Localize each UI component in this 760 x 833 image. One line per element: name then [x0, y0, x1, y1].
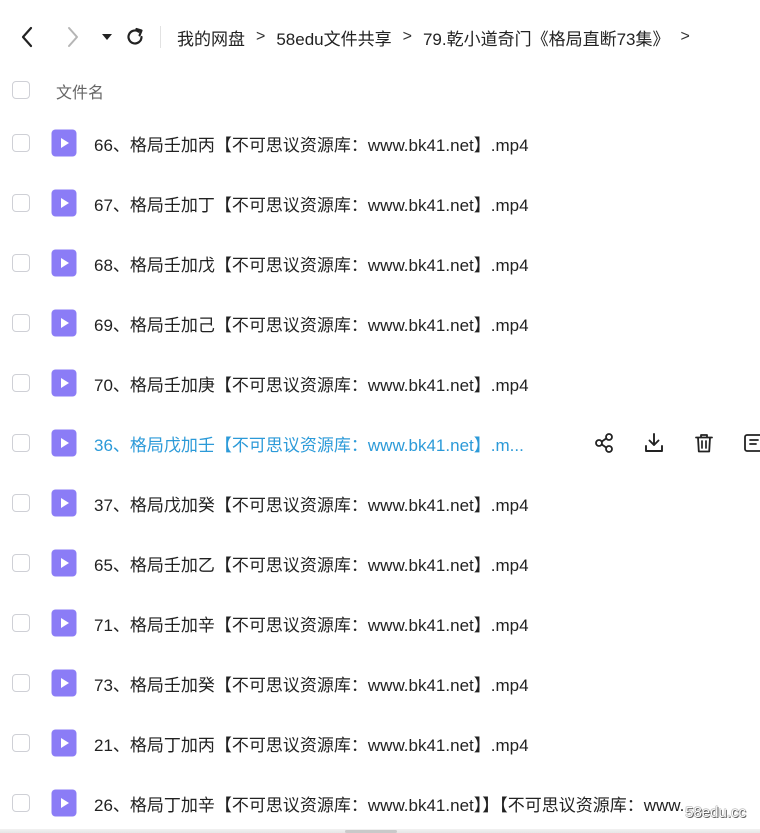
breadcrumb-item-current[interactable]: 79.乾小道奇门《格局直断73集》 [423, 25, 670, 50]
file-list: 66、格局壬加丙【不可思议资源库：www.bk41.net】.mp4 67、格局壬… [0, 113, 760, 833]
row-actions [591, 430, 760, 456]
file-row[interactable]: 26、格局丁加辛【不可思议资源库：www.bk41.net】】【不可思议资源库：… [0, 773, 760, 833]
breadcrumb-separator: > [256, 28, 266, 45]
file-row[interactable]: 21、格局丁加丙【不可思议资源库：www.bk41.net】.mp4 [0, 713, 760, 773]
file-row[interactable]: 66、格局壬加丙【不可思议资源库：www.bk41.net】.mp4 [0, 113, 760, 173]
video-file-icon [51, 609, 77, 637]
file-row[interactable]: 67、格局壬加丁【不可思议资源库：www.bk41.net】.mp4 [0, 173, 760, 233]
delete-button[interactable] [691, 430, 717, 456]
more-button[interactable] [741, 430, 760, 456]
file-checkbox[interactable] [12, 494, 30, 512]
file-name[interactable]: 37、格局戊加癸【不可思议资源库：www.bk41.net】.mp4 [94, 491, 529, 516]
file-checkbox[interactable] [12, 314, 30, 332]
download-icon [643, 432, 665, 454]
file-checkbox[interactable] [12, 614, 30, 632]
file-checkbox[interactable] [12, 134, 30, 152]
file-checkbox[interactable] [12, 434, 30, 452]
file-name[interactable]: 68、格局壬加戊【不可思议资源库：www.bk41.net】.mp4 [94, 251, 529, 276]
toolbar-divider [160, 26, 161, 48]
video-file-icon [51, 429, 77, 457]
file-name[interactable]: 26、格局丁加辛【不可思议资源库：www.bk41.net】】【不可思议资源库：… [94, 791, 684, 816]
back-button[interactable] [14, 24, 40, 50]
file-name[interactable]: 70、格局壬加庚【不可思议资源库：www.bk41.net】.mp4 [94, 371, 529, 396]
file-name[interactable]: 71、格局壬加辛【不可思议资源库：www.bk41.net】.mp4 [94, 611, 529, 636]
column-header-name[interactable]: 文件名 [56, 79, 104, 103]
video-file-icon [51, 309, 77, 337]
chevron-left-icon [21, 26, 33, 48]
video-file-icon [51, 369, 77, 397]
file-row[interactable]: 65、格局壬加乙【不可思议资源库：www.bk41.net】.mp4 [0, 533, 760, 593]
forward-button[interactable] [60, 24, 86, 50]
file-checkbox[interactable] [12, 254, 30, 272]
file-checkbox[interactable] [12, 374, 30, 392]
file-name[interactable]: 73、格局壬加癸【不可思议资源库：www.bk41.net】.mp4 [94, 671, 529, 696]
share-icon [593, 432, 615, 454]
file-row[interactable]: 70、格局壬加庚【不可思议资源库：www.bk41.net】.mp4 [0, 353, 760, 413]
video-file-icon [51, 249, 77, 277]
file-checkbox[interactable] [12, 734, 30, 752]
history-dropdown-button[interactable] [98, 24, 116, 50]
share-button[interactable] [591, 430, 617, 456]
file-name[interactable]: 65、格局壬加乙【不可思议资源库：www.bk41.net】.mp4 [94, 551, 529, 576]
breadcrumb-separator: > [402, 28, 412, 45]
refresh-button[interactable] [122, 24, 148, 50]
caret-down-icon [102, 34, 112, 40]
select-all-checkbox[interactable] [12, 81, 30, 99]
breadcrumb: 我的网盘 > 58edu文件共享 > 79.乾小道奇门《格局直断73集》 > [177, 25, 701, 50]
file-row[interactable]: 68、格局壬加戊【不可思议资源库：www.bk41.net】.mp4 [0, 233, 760, 293]
refresh-icon [127, 27, 143, 45]
file-name[interactable]: 21、格局丁加丙【不可思议资源库：www.bk41.net】.mp4 [94, 731, 529, 756]
file-checkbox[interactable] [12, 674, 30, 692]
file-name[interactable]: 69、格局壬加己【不可思议资源库：www.bk41.net】.mp4 [94, 311, 529, 336]
breadcrumb-item-share[interactable]: 58edu文件共享 [276, 25, 391, 50]
chevron-right-icon [68, 27, 78, 47]
toolbar: 我的网盘 > 58edu文件共享 > 79.乾小道奇门《格局直断73集》 > [0, 0, 760, 74]
file-name[interactable]: 36、格局戊加壬【不可思议资源库：www.bk41.net】.m... [94, 431, 568, 456]
breadcrumb-separator: > [680, 28, 690, 45]
file-checkbox[interactable] [12, 554, 30, 572]
video-file-icon [51, 549, 77, 577]
file-row[interactable]: 69、格局壬加己【不可思议资源库：www.bk41.net】.mp4 [0, 293, 760, 353]
breadcrumb-item-root[interactable]: 我的网盘 [177, 25, 245, 50]
video-file-icon [51, 789, 77, 817]
file-name[interactable]: 66、格局壬加丙【不可思议资源库：www.bk41.net】.mp4 [94, 131, 529, 156]
file-name[interactable]: 67、格局壬加丁【不可思议资源库：www.bk41.net】.mp4 [94, 191, 529, 216]
list-header: 文件名 [0, 74, 760, 106]
video-file-icon [51, 489, 77, 517]
video-file-icon [51, 729, 77, 757]
file-checkbox[interactable] [12, 794, 30, 812]
video-file-icon [51, 129, 77, 157]
video-file-icon [51, 669, 77, 697]
watermark: 58edu.cc [685, 804, 746, 821]
download-button[interactable] [641, 430, 667, 456]
file-row[interactable]: 71、格局壬加辛【不可思议资源库：www.bk41.net】.mp4 [0, 593, 760, 653]
file-row[interactable]: 36、格局戊加壬【不可思议资源库：www.bk41.net】.m... [0, 413, 760, 473]
more-icon [743, 432, 760, 454]
file-row[interactable]: 73、格局壬加癸【不可思议资源库：www.bk41.net】.mp4 [0, 653, 760, 713]
file-checkbox[interactable] [12, 194, 30, 212]
video-file-icon [51, 189, 77, 217]
delete-icon [693, 432, 715, 454]
file-row[interactable]: 37、格局戊加癸【不可思议资源库：www.bk41.net】.mp4 [0, 473, 760, 533]
